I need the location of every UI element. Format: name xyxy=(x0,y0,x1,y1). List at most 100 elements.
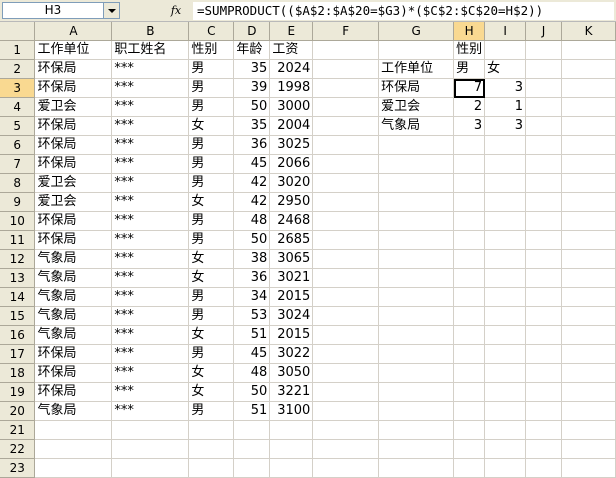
row-header-15[interactable]: 15 xyxy=(0,306,36,326)
cell-j4[interactable] xyxy=(525,97,563,117)
row-header-6[interactable]: 6 xyxy=(0,135,36,155)
cell-j21[interactable] xyxy=(525,420,563,440)
cell-a20[interactable]: 气象局 xyxy=(34,401,113,421)
cell-g10[interactable] xyxy=(378,211,455,231)
cell-f20[interactable] xyxy=(312,401,380,421)
cell-g22[interactable] xyxy=(378,439,455,459)
cell-d16[interactable]: 51 xyxy=(233,325,271,345)
cell-k17[interactable] xyxy=(561,344,616,364)
cell-h2[interactable]: 男 xyxy=(453,59,486,79)
cell-i9[interactable] xyxy=(484,192,527,212)
cell-i6[interactable] xyxy=(484,135,527,155)
name-box[interactable]: H3 xyxy=(2,2,104,19)
cell-d3[interactable]: 39 xyxy=(233,78,271,98)
cell-c8[interactable]: 男 xyxy=(188,173,235,193)
cell-b10[interactable]: *** xyxy=(111,211,190,231)
cell-j13[interactable] xyxy=(525,268,563,288)
cell-i12[interactable] xyxy=(484,249,527,269)
row-header-17[interactable]: 17 xyxy=(0,344,36,364)
cell-i23[interactable] xyxy=(484,458,527,478)
column-header-f[interactable]: F xyxy=(312,22,380,41)
cell-i3[interactable]: 3 xyxy=(484,78,527,98)
cell-b23[interactable] xyxy=(111,458,190,478)
cell-i21[interactable] xyxy=(484,420,527,440)
cell-j22[interactable] xyxy=(525,439,563,459)
cell-c21[interactable] xyxy=(188,420,235,440)
cell-j11[interactable] xyxy=(525,230,563,250)
cell-h6[interactable] xyxy=(453,135,486,155)
cell-e6[interactable]: 3025 xyxy=(269,135,314,155)
column-header-j[interactable]: J xyxy=(525,22,563,41)
cell-b7[interactable]: *** xyxy=(111,154,190,174)
cell-h13[interactable] xyxy=(453,268,486,288)
column-header-a[interactable]: A xyxy=(34,22,113,41)
cell-j18[interactable] xyxy=(525,363,563,383)
cell-a4[interactable]: 爱卫会 xyxy=(34,97,113,117)
cell-b4[interactable]: *** xyxy=(111,97,190,117)
row-header-1[interactable]: 1 xyxy=(0,40,36,60)
cell-h12[interactable] xyxy=(453,249,486,269)
cell-b17[interactable]: *** xyxy=(111,344,190,364)
cell-j6[interactable] xyxy=(525,135,563,155)
cell-i4[interactable]: 1 xyxy=(484,97,527,117)
cell-d18[interactable]: 48 xyxy=(233,363,271,383)
cell-f1[interactable] xyxy=(312,40,380,60)
cell-c2[interactable]: 男 xyxy=(188,59,235,79)
cell-i16[interactable] xyxy=(484,325,527,345)
cell-h20[interactable] xyxy=(453,401,486,421)
cell-a8[interactable]: 爱卫会 xyxy=(34,173,113,193)
cell-e8[interactable]: 3020 xyxy=(269,173,314,193)
cell-i5[interactable]: 3 xyxy=(484,116,527,136)
cell-g14[interactable] xyxy=(378,287,455,307)
cell-e19[interactable]: 3221 xyxy=(269,382,314,402)
cell-b12[interactable]: *** xyxy=(111,249,190,269)
cell-a2[interactable]: 环保局 xyxy=(34,59,113,79)
cell-d9[interactable]: 42 xyxy=(233,192,271,212)
cell-k1[interactable] xyxy=(561,40,616,60)
cell-f2[interactable] xyxy=(312,59,380,79)
cell-e22[interactable] xyxy=(269,439,314,459)
column-header-g[interactable]: G xyxy=(378,22,455,41)
cell-h16[interactable] xyxy=(453,325,486,345)
cell-j9[interactable] xyxy=(525,192,563,212)
cell-k9[interactable] xyxy=(561,192,616,212)
cell-b3[interactable]: *** xyxy=(111,78,190,98)
cell-h1[interactable]: 性别 xyxy=(453,40,486,60)
cell-c12[interactable]: 女 xyxy=(188,249,235,269)
cell-c22[interactable] xyxy=(188,439,235,459)
cell-f6[interactable] xyxy=(312,135,380,155)
cell-f10[interactable] xyxy=(312,211,380,231)
cell-i22[interactable] xyxy=(484,439,527,459)
cell-j15[interactable] xyxy=(525,306,563,326)
cell-h18[interactable] xyxy=(453,363,486,383)
cell-a1[interactable]: 工作单位 xyxy=(34,40,113,60)
cell-d4[interactable]: 50 xyxy=(233,97,271,117)
row-header-21[interactable]: 21 xyxy=(0,420,36,440)
cell-c3[interactable]: 男 xyxy=(188,78,235,98)
cell-h17[interactable] xyxy=(453,344,486,364)
cell-j1[interactable] xyxy=(525,40,563,60)
cell-b6[interactable]: *** xyxy=(111,135,190,155)
cell-k20[interactable] xyxy=(561,401,616,421)
cell-d21[interactable] xyxy=(233,420,271,440)
cell-h22[interactable] xyxy=(453,439,486,459)
cell-j10[interactable] xyxy=(525,211,563,231)
cell-b9[interactable]: *** xyxy=(111,192,190,212)
cell-c9[interactable]: 女 xyxy=(188,192,235,212)
cell-a23[interactable] xyxy=(34,458,113,478)
row-header-23[interactable]: 23 xyxy=(0,458,36,478)
cell-a6[interactable]: 环保局 xyxy=(34,135,113,155)
cell-c5[interactable]: 女 xyxy=(188,116,235,136)
cell-i7[interactable] xyxy=(484,154,527,174)
cell-g20[interactable] xyxy=(378,401,455,421)
cell-g16[interactable] xyxy=(378,325,455,345)
cell-h3[interactable]: 7 xyxy=(453,78,486,98)
name-box-dropdown-icon[interactable] xyxy=(104,2,120,19)
cell-h8[interactable] xyxy=(453,173,486,193)
row-header-2[interactable]: 2 xyxy=(0,59,36,79)
cell-f8[interactable] xyxy=(312,173,380,193)
cell-k11[interactable] xyxy=(561,230,616,250)
cell-a18[interactable]: 环保局 xyxy=(34,363,113,383)
cell-d17[interactable]: 45 xyxy=(233,344,271,364)
cell-h14[interactable] xyxy=(453,287,486,307)
